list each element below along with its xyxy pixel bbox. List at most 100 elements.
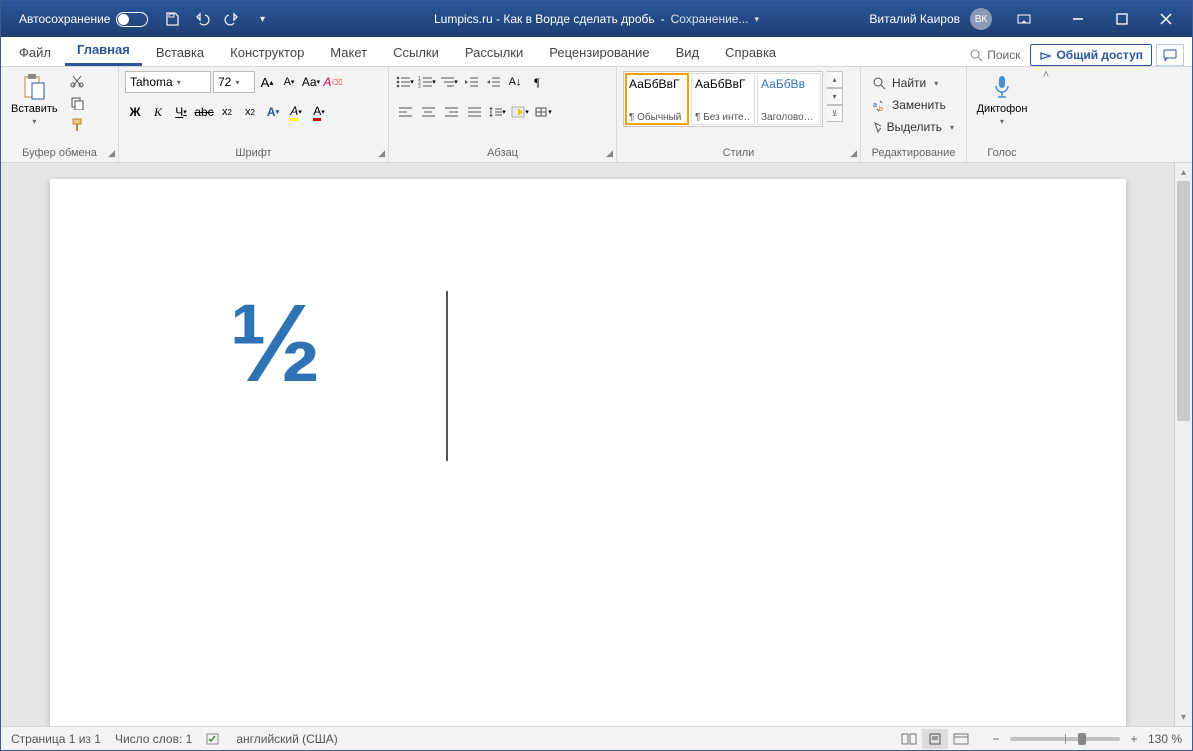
share-button[interactable]: Общий доступ [1030, 44, 1152, 66]
toggle-switch[interactable] [116, 12, 148, 27]
styles-more-icon[interactable]: ⊻ [827, 105, 843, 122]
borders-icon[interactable]: ▾ [533, 101, 553, 123]
minimize-icon[interactable] [1056, 1, 1100, 37]
redo-icon[interactable] [222, 9, 242, 29]
numbering-icon[interactable]: 123▾ [417, 71, 437, 93]
styles-nav: ▴ ▾ ⊻ [827, 71, 843, 122]
scroll-thumb[interactable] [1177, 181, 1190, 421]
styles-up-icon[interactable]: ▴ [827, 71, 843, 88]
zoom-out-icon[interactable]: − [988, 732, 1004, 746]
collapse-ribbon-icon[interactable]: ˄ [1037, 67, 1055, 162]
maximize-icon[interactable] [1100, 1, 1144, 37]
document-text[interactable]: ½ [230, 282, 322, 405]
tab-home[interactable]: Главная [65, 36, 142, 66]
align-left-icon[interactable] [395, 101, 415, 123]
text-effects-icon[interactable]: A▾ [263, 101, 283, 123]
avatar[interactable]: ВК [970, 8, 992, 30]
styles-dialog-launcher[interactable]: ◢ [850, 148, 857, 159]
zoom-in-icon[interactable]: + [1126, 732, 1142, 746]
tab-insert[interactable]: Вставка [144, 39, 216, 66]
sort-icon[interactable]: A↓ [505, 71, 525, 93]
style-normal[interactable]: АаБбВвГ¶ Обычный [625, 73, 689, 125]
tab-design[interactable]: Конструктор [218, 39, 316, 66]
tab-view[interactable]: Вид [664, 39, 712, 66]
tab-references[interactable]: Ссылки [381, 39, 451, 66]
increase-indent-icon[interactable] [483, 71, 503, 93]
shrink-font-icon[interactable]: A▾ [279, 71, 299, 93]
vertical-scrollbar[interactable]: ▴ ▾ [1174, 163, 1192, 726]
clear-formatting-icon[interactable]: A⌫ [323, 71, 343, 93]
style-heading1[interactable]: АаБбВвЗаголово… [757, 73, 821, 125]
web-layout-icon[interactable] [948, 729, 974, 749]
bullets-icon[interactable]: ▾ [395, 71, 415, 93]
line-spacing-icon[interactable]: ▾ [487, 101, 507, 123]
word-count[interactable]: Число слов: 1 [115, 732, 192, 746]
mic-icon [986, 73, 1018, 101]
undo-icon[interactable] [192, 9, 212, 29]
tab-mailings[interactable]: Рассылки [453, 39, 535, 66]
page[interactable]: ½ [50, 179, 1126, 726]
align-center-icon[interactable] [418, 101, 438, 123]
replace-button[interactable]: abЗаменить [869, 95, 958, 115]
justify-icon[interactable] [464, 101, 484, 123]
underline-button[interactable]: Ч▾ [171, 101, 191, 123]
superscript-button[interactable]: x2 [240, 101, 260, 123]
paste-button[interactable]: Вставить ▾ [7, 71, 62, 128]
styles-down-icon[interactable]: ▾ [827, 88, 843, 105]
paste-label: Вставить [11, 103, 58, 115]
change-case-icon[interactable]: Aa▾ [301, 71, 321, 93]
cut-icon[interactable] [66, 71, 88, 91]
zoom-value[interactable]: 130 % [1148, 732, 1182, 746]
scroll-up-icon[interactable]: ▴ [1175, 163, 1192, 181]
svg-text:3: 3 [418, 84, 421, 88]
dictate-button[interactable]: Диктофон ▾ [973, 71, 1032, 128]
group-styles: АаБбВвГ¶ Обычный АаБбВвГ¶ Без инте… АаБб… [617, 67, 861, 162]
window-title: Lumpics.ru - Как в Ворде сделать дробь -… [434, 12, 759, 26]
paragraph-group-label: Абзац [395, 147, 610, 160]
shading-icon[interactable]: ▾ [510, 101, 530, 123]
styles-gallery[interactable]: АаБбВвГ¶ Обычный АаБбВвГ¶ Без инте… АаБб… [623, 71, 823, 127]
spell-check-icon[interactable] [206, 732, 222, 746]
decrease-indent-icon[interactable] [461, 71, 481, 93]
page-status[interactable]: Страница 1 из 1 [11, 732, 101, 746]
language-status[interactable]: английский (США) [236, 732, 337, 746]
read-mode-icon[interactable] [896, 729, 922, 749]
print-layout-icon[interactable] [922, 729, 948, 749]
format-painter-icon[interactable] [66, 115, 88, 135]
strikethrough-button[interactable]: abc [194, 101, 214, 123]
search-input[interactable]: Поиск [964, 44, 1026, 66]
comments-button[interactable] [1156, 44, 1184, 66]
font-name-combo[interactable]: Tahoma▾ [125, 71, 211, 93]
select-button[interactable]: Выделить▾ [869, 117, 958, 137]
font-size-combo[interactable]: 72▾ [213, 71, 255, 93]
clipboard-dialog-launcher[interactable]: ◢ [108, 148, 115, 159]
highlight-color-icon[interactable]: A▾ [286, 101, 306, 123]
italic-button[interactable]: К [148, 101, 168, 123]
tab-help[interactable]: Справка [713, 39, 788, 66]
tab-file[interactable]: Файл [7, 39, 63, 66]
grow-font-icon[interactable]: A▴ [257, 71, 277, 93]
user-name[interactable]: Виталий Каиров [869, 12, 960, 26]
paragraph-dialog-launcher[interactable]: ◢ [606, 148, 613, 159]
copy-icon[interactable] [66, 93, 88, 113]
align-right-icon[interactable] [441, 101, 461, 123]
document-scroll[interactable]: ½ [1, 163, 1174, 726]
ribbon-options-icon[interactable] [1002, 1, 1046, 37]
subscript-button[interactable]: x2 [217, 101, 237, 123]
save-icon[interactable] [162, 9, 182, 29]
tab-layout[interactable]: Макет [318, 39, 379, 66]
style-no-spacing[interactable]: АаБбВвГ¶ Без инте… [691, 73, 755, 125]
font-color-icon[interactable]: A▾ [309, 101, 329, 123]
paste-icon [18, 73, 50, 101]
autosave-toggle[interactable]: Автосохранение [1, 12, 156, 27]
font-dialog-launcher[interactable]: ◢ [378, 148, 385, 159]
zoom-slider[interactable] [1010, 737, 1120, 741]
multilevel-list-icon[interactable]: ▾ [439, 71, 459, 93]
bold-button[interactable]: Ж [125, 101, 145, 123]
close-icon[interactable] [1144, 1, 1188, 37]
find-button[interactable]: Найти▾ [869, 73, 958, 93]
qat-customize-icon[interactable]: ▾ [252, 9, 272, 29]
scroll-down-icon[interactable]: ▾ [1175, 708, 1192, 726]
show-marks-icon[interactable]: ¶ [527, 71, 547, 93]
tab-review[interactable]: Рецензирование [537, 39, 661, 66]
